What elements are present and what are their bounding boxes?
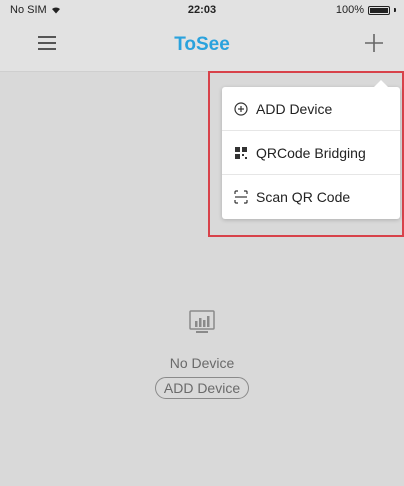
- menu-item-add-device[interactable]: ADD Device: [222, 87, 400, 131]
- add-device-button[interactable]: ADD Device: [154, 377, 250, 399]
- menu-item-qrcode-bridging[interactable]: QRCode Bridging: [222, 131, 400, 175]
- nav-bar: ToSee: [0, 20, 404, 72]
- add-menu-highlight: ADD Device QRCode Bridging Scan QR Code: [208, 71, 404, 237]
- menu-item-label: Scan QR Code: [256, 189, 351, 205]
- plus-circle-icon: [234, 101, 248, 116]
- app-title: ToSee: [174, 34, 230, 55]
- menu-item-scan-qr[interactable]: Scan QR Code: [222, 175, 400, 219]
- app-screen: No SIM 22:03 100% ToSee No Device ADD De…: [0, 0, 404, 486]
- empty-state: No Device ADD Device: [0, 308, 404, 399]
- battery-percent: 100%: [335, 4, 364, 16]
- battery-icon: [368, 5, 390, 15]
- status-bar: No SIM 22:03 100%: [0, 0, 404, 20]
- menu-item-label: ADD Device: [256, 100, 333, 117]
- battery-tip: [394, 8, 396, 12]
- dropdown-caret: [374, 80, 388, 87]
- menu-item-label: QRCode Bridging: [256, 144, 366, 161]
- qr-bridge-icon: [235, 146, 247, 159]
- empty-message: No Device: [169, 355, 235, 371]
- monitor-chart-icon: [189, 310, 215, 333]
- status-right: 100%: [336, 4, 396, 16]
- scan-icon: [234, 190, 248, 204]
- add-menu-dropdown: ADD Device QRCode Bridging Scan QR Code: [222, 80, 400, 219]
- add-plus-icon[interactable]: [362, 31, 386, 55]
